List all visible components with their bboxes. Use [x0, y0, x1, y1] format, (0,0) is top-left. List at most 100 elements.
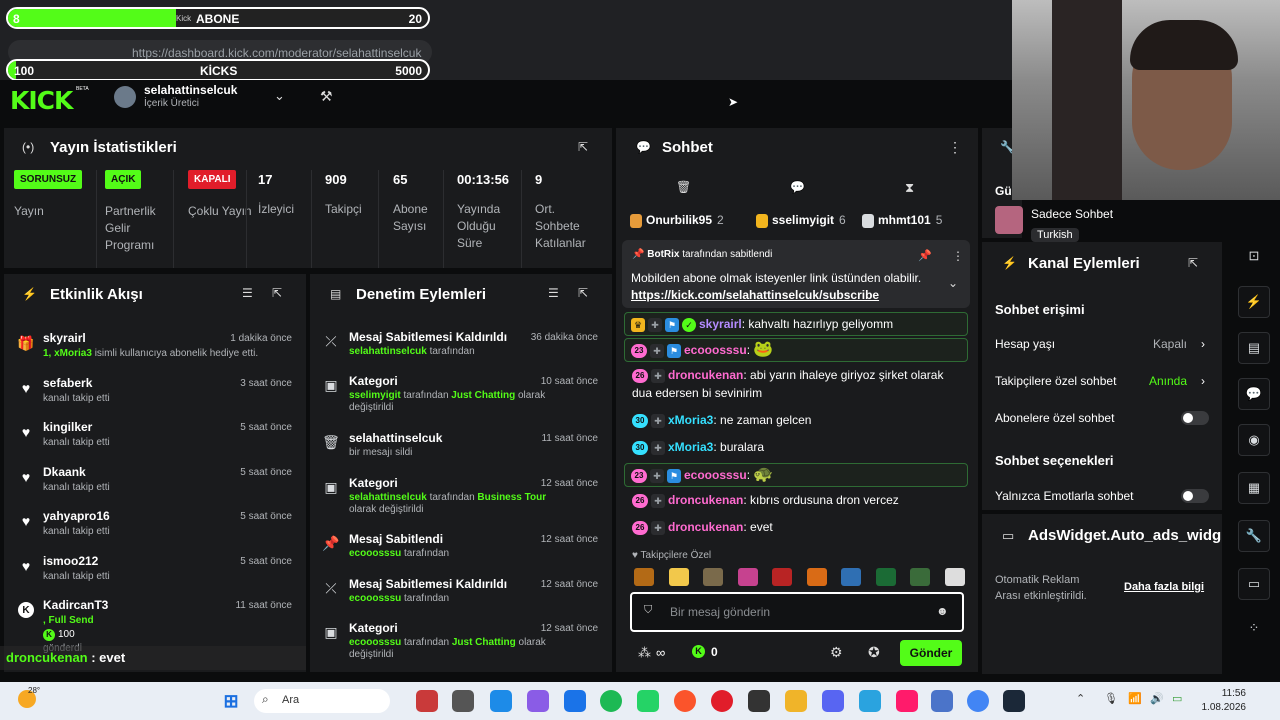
- taskbar-search[interactable]: [254, 689, 390, 713]
- popout-icon[interactable]: ⇱: [578, 140, 588, 154]
- popout-icon[interactable]: ⇱: [1188, 256, 1198, 270]
- pin-icon[interactable]: 📌: [918, 249, 932, 262]
- sneaker-app-icon[interactable]: [416, 690, 438, 712]
- steam-icon[interactable]: [1003, 690, 1025, 712]
- activity-username[interactable]: KadircanT3: [43, 598, 108, 612]
- top-chatter[interactable]: mhmt101 5: [862, 213, 942, 228]
- ads-learn-more-link[interactable]: Daha fazla bilgi: [1124, 581, 1204, 593]
- moderator-username[interactable]: ecooosssu: [349, 637, 401, 648]
- telegram-icon[interactable]: [859, 690, 881, 712]
- lion-emote-icon[interactable]: [806, 568, 827, 586]
- microphone-icon[interactable]: 🎙: [1104, 692, 1118, 705]
- doge-emote-icon[interactable]: [634, 568, 654, 586]
- moderation-description: sselimyigit tarafından Just Chatting ola…: [349, 390, 559, 414]
- opera-icon[interactable]: [711, 690, 733, 712]
- chat-username[interactable]: droncukenan: [668, 368, 743, 382]
- team-emote-icon[interactable]: [910, 568, 930, 586]
- moderator-username[interactable]: ecooosssu: [349, 593, 401, 604]
- chat-username[interactable]: xMoria3: [668, 413, 713, 427]
- dragon-emote-icon[interactable]: [772, 568, 792, 586]
- battery-icon[interactable]: ▭: [1172, 692, 1182, 705]
- send-button[interactable]: Gönder: [900, 640, 962, 666]
- trash-icon[interactable]: 🗑: [676, 180, 691, 194]
- activity-username[interactable]: sefaberk: [43, 376, 92, 390]
- screenshot-icon[interactable]: ⊡: [1238, 240, 1270, 272]
- popout-icon[interactable]: ⇱: [272, 286, 282, 300]
- chat-username[interactable]: xMoria3: [668, 440, 713, 454]
- wifi-icon[interactable]: 📶: [1128, 692, 1142, 705]
- whatsapp-icon[interactable]: [637, 690, 659, 712]
- opera-gx-icon[interactable]: [896, 690, 918, 712]
- chrome-icon[interactable]: [967, 690, 989, 712]
- spotify-icon[interactable]: [600, 690, 622, 712]
- emoji-icon[interactable]: ☻: [936, 604, 949, 618]
- file-explorer-icon[interactable]: [785, 690, 807, 712]
- header-username[interactable]: selahattinselcuk: [144, 83, 237, 97]
- avatar[interactable]: [114, 86, 136, 108]
- chat-username[interactable]: ecooosssu: [684, 343, 747, 357]
- deer-emote-icon[interactable]: [875, 568, 896, 586]
- bjk-emote-icon[interactable]: [944, 568, 965, 586]
- emote-only-toggle[interactable]: [1181, 489, 1209, 503]
- discord-icon[interactable]: [822, 690, 844, 712]
- layout-icon[interactable]: ▦: [1238, 472, 1270, 504]
- top-chatter[interactable]: Onurbilik95 2: [630, 213, 724, 228]
- activity-username[interactable]: yahyapro16: [43, 509, 110, 523]
- moderator-username[interactable]: sselimyigit: [349, 390, 401, 401]
- popout-icon[interactable]: ⇱: [578, 286, 588, 300]
- pinned-link[interactable]: https://kick.com/selahattinselcuk/subscr…: [631, 288, 879, 302]
- hourglass-icon[interactable]: ⧗: [905, 180, 914, 196]
- account-age-row[interactable]: Hesap yaşı Kapalı ›: [995, 337, 1215, 351]
- chevron-down-icon[interactable]: ⌄: [948, 276, 958, 290]
- stream-thumbnail[interactable]: [995, 206, 1023, 234]
- copilot-icon[interactable]: [527, 690, 549, 712]
- activity-username[interactable]: ismoo212: [43, 554, 98, 568]
- chevron-down-icon[interactable]: ⌄: [274, 88, 285, 104]
- activity-username[interactable]: kingilker: [43, 420, 92, 434]
- top-chatter[interactable]: sselimyigit 6: [756, 213, 846, 228]
- gaming-emote-icon[interactable]: [841, 568, 861, 586]
- followers-only-row[interactable]: Takipçilere özel sohbet Anında ›: [995, 374, 1215, 388]
- chat-username[interactable]: skyrairl: [699, 317, 742, 331]
- hammer-icon[interactable]: ⚒: [320, 88, 333, 105]
- wrench-icon[interactable]: 🔧: [1238, 520, 1270, 552]
- chat-username[interactable]: ecooosssu: [684, 468, 747, 482]
- chat-username[interactable]: droncukenan: [668, 520, 743, 534]
- broadcast-icon[interactable]: ◉: [1238, 424, 1270, 456]
- chat-mode-icon[interactable]: 💬: [790, 180, 805, 194]
- subscribers-only-toggle[interactable]: [1181, 411, 1209, 425]
- files-app-icon[interactable]: [452, 690, 474, 712]
- kick-logo[interactable]: KICK: [10, 86, 73, 115]
- chat-bubble-icon[interactable]: 💬: [1238, 378, 1270, 410]
- document-icon[interactable]: ▤: [1238, 332, 1270, 364]
- more-vertical-icon[interactable]: ⋮: [952, 249, 964, 263]
- store-icon[interactable]: [564, 690, 586, 712]
- brave-icon[interactable]: [674, 690, 696, 712]
- app-icon[interactable]: [931, 690, 953, 712]
- badge-icon[interactable]: ✪: [868, 644, 880, 661]
- start-icon[interactable]: ⊞: [220, 690, 242, 712]
- bolt-icon[interactable]: ⚡: [1238, 286, 1270, 318]
- thumb-emote-icon[interactable]: [668, 568, 689, 586]
- activity-username[interactable]: Dkaank: [43, 465, 86, 479]
- gear-icon[interactable]: ⚙: [830, 644, 843, 661]
- activity-text: kanalı takip etti: [43, 481, 110, 493]
- chat-username[interactable]: droncukenan: [668, 493, 743, 507]
- apps-icon[interactable]: ⁘: [1238, 612, 1270, 644]
- tray-chevron-icon[interactable]: ⌃: [1076, 692, 1085, 705]
- edge-icon[interactable]: [490, 690, 512, 712]
- moderator-username[interactable]: ecooosssu: [349, 548, 401, 559]
- filter-icon[interactable]: ☰: [242, 286, 253, 300]
- moderator-username[interactable]: selahattinselcuk: [349, 346, 427, 357]
- more-vertical-icon[interactable]: ⋮: [948, 139, 962, 156]
- moderator-username[interactable]: selahattinselcuk: [349, 492, 427, 503]
- activity-username[interactable]: skyrairl: [43, 331, 86, 345]
- gg-emote-icon[interactable]: [703, 568, 723, 586]
- filter-icon[interactable]: ☰: [548, 286, 559, 300]
- speaker-icon[interactable]: 🔊: [1150, 692, 1164, 705]
- window-icon[interactable]: ▭: [1238, 568, 1270, 600]
- game-icon[interactable]: [748, 690, 770, 712]
- pepe-emote-icon[interactable]: [737, 568, 758, 586]
- subs-goal-bar: 8 Kick ABONE 20: [6, 7, 430, 29]
- status-badge: KAPALI: [188, 170, 237, 189]
